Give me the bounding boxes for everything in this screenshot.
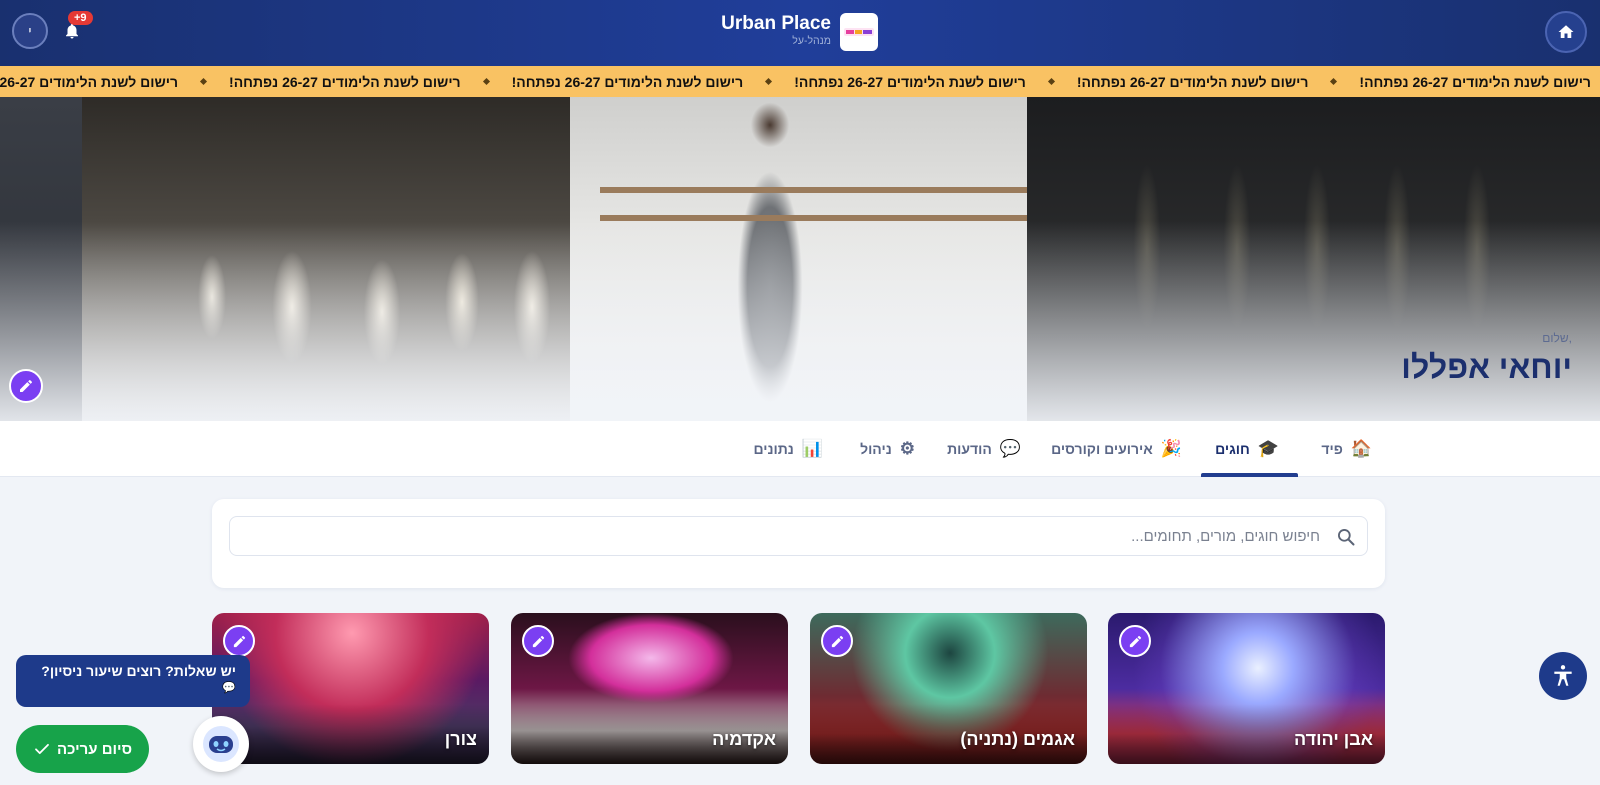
class-card[interactable]: אבן יהודה — [1108, 613, 1385, 764]
tab-management[interactable]: ⚙ ניהול — [860, 421, 915, 477]
ticker-text: רישום לשנת הלימודים 26-27 נפתחה! — [1359, 73, 1591, 90]
class-card[interactable]: אגמים (נתניה) — [810, 613, 1087, 764]
tab-label: נתונים — [753, 441, 794, 457]
card-title: אבן יהודה — [1293, 729, 1373, 749]
class-card[interactable]: צורן — [212, 613, 489, 764]
search-card — [212, 499, 1385, 588]
tab-label: חוגים — [1215, 441, 1250, 457]
user-avatar-button[interactable]: י — [12, 13, 48, 49]
home-button[interactable] — [1545, 11, 1587, 53]
ticker-text: רישום לשנת הלימודים 26-27 נפתחה! — [794, 73, 1026, 90]
chat-prompt-bubble[interactable]: יש שאלות? רוצים שיעור ניסיון? 💬 — [16, 655, 250, 707]
ticker-text: רישום לשנת הלימודים 26-27 נפתחה! — [1076, 73, 1309, 90]
hero-banner: שלום, יוחאי אפללו — [0, 97, 1600, 421]
party-popper-icon: 🎉 — [1160, 439, 1182, 458]
active-tab-indicator — [1201, 473, 1298, 477]
home-icon — [1558, 25, 1574, 38]
brand-logo — [840, 13, 878, 51]
ticker-item: רישום לשנת הלימודים 26-27 נפתחה! — [1336, 74, 1600, 90]
brand-title: Urban Place — [721, 13, 831, 34]
brand-logo-mark — [844, 28, 874, 36]
robot-icon — [203, 726, 239, 762]
ticker-text: רישום לשנת הלימודים 26-27 נפתחה! — [229, 73, 461, 90]
announcement-ticker: רישום לשנת הלימודים 26-27 נפתחה! רישום לש… — [0, 66, 1600, 97]
speech-bubble-icon: 💬 — [222, 682, 236, 694]
tab-feed[interactable]: 🏠 פיד — [1321, 421, 1372, 477]
ticker-text: רישום לשנת הלימודים 26-27 נפתחה! — [0, 73, 179, 90]
accessibility-button[interactable] — [1539, 652, 1587, 700]
house-icon: 🏠 — [1350, 439, 1372, 458]
edit-card-button[interactable] — [522, 625, 554, 657]
tab-label: פיד — [1321, 441, 1343, 457]
search-box — [229, 516, 1368, 556]
tab-classes[interactable]: 🎓 חוגים — [1215, 421, 1279, 477]
edit-banner-button[interactable] — [9, 369, 43, 403]
checkmark-icon — [35, 743, 49, 755]
bar-chart-icon: 📊 — [801, 439, 823, 458]
search-input[interactable] — [240, 517, 1320, 555]
notification-badge: +9 — [68, 11, 93, 25]
user-name-heading: יוחאי אפללו — [1401, 349, 1572, 385]
tab-data[interactable]: 📊 נתונים — [753, 421, 823, 477]
tab-label: אירועים וקורסים — [1051, 441, 1153, 457]
speech-bubble-icon: 💬 — [999, 439, 1021, 458]
main-tabs: 🏠 פיד 🎓 חוגים 🎉 אירועים וקורסים 💬 הודעות… — [0, 421, 1600, 477]
ticker-item: רישום לשנת הלימודים 26-27 נפתחה! — [771, 74, 1049, 90]
tab-label: ניהול — [860, 441, 892, 457]
card-title: צורן — [444, 729, 477, 749]
accessibility-icon — [1554, 665, 1572, 686]
hero-fade-overlay — [0, 221, 1600, 421]
tab-label: הודעות — [947, 441, 992, 457]
ticker-item: רישום לשנת הלימודים 26-27 נפתחה! — [1054, 74, 1332, 90]
edit-card-button[interactable] — [1119, 625, 1151, 657]
gear-icon: ⚙ — [899, 439, 915, 458]
tab-events-courses[interactable]: 🎉 אירועים וקורסים — [1051, 421, 1182, 477]
chatbot-launcher[interactable] — [193, 716, 249, 772]
ticker-item: רישום לשנת הלימודים 26-27 נפתחה! — [206, 74, 484, 90]
pencil-icon — [532, 635, 544, 647]
ticker-track: רישום לשנת הלימודים 26-27 נפתחה! רישום לש… — [0, 66, 1600, 97]
ticker-item: רישום לשנת הלימודים 26-27 נפתחה! — [489, 74, 767, 90]
pencil-icon — [233, 635, 245, 647]
finish-editing-button[interactable]: סיום עריכה — [16, 725, 149, 773]
brand[interactable]: Urban Place מנהל-על — [720, 13, 878, 53]
pencil-icon — [1129, 635, 1141, 647]
top-header: י +9 Urban Place מנהל-על — [0, 0, 1600, 66]
greeting-text: שלום, — [1542, 331, 1572, 345]
graduation-cap-icon: 🎓 — [1257, 439, 1279, 458]
tab-messages[interactable]: 💬 הודעות — [947, 421, 1021, 477]
ballet-barre — [600, 187, 1027, 193]
edit-card-button[interactable] — [223, 625, 255, 657]
pencil-icon — [20, 380, 32, 392]
ticker-item: רישום לשנת הלימודים 26-27 נפתחה! — [0, 74, 201, 90]
edit-card-button[interactable] — [821, 625, 853, 657]
card-title: אגמים (נתניה) — [960, 729, 1075, 749]
brand-subtitle: מנהל-על — [792, 35, 831, 47]
search-icon — [1338, 529, 1355, 546]
ticker-text: רישום לשנת הלימודים 26-27 נפתחה! — [511, 73, 744, 90]
pencil-icon — [831, 635, 843, 647]
chat-prompt-text: יש שאלות? רוצים שיעור ניסיון? — [41, 663, 236, 679]
card-title: אקדמיה — [712, 729, 776, 749]
class-card[interactable]: אקדמיה — [511, 613, 788, 764]
finish-editing-label: סיום עריכה — [56, 740, 133, 758]
